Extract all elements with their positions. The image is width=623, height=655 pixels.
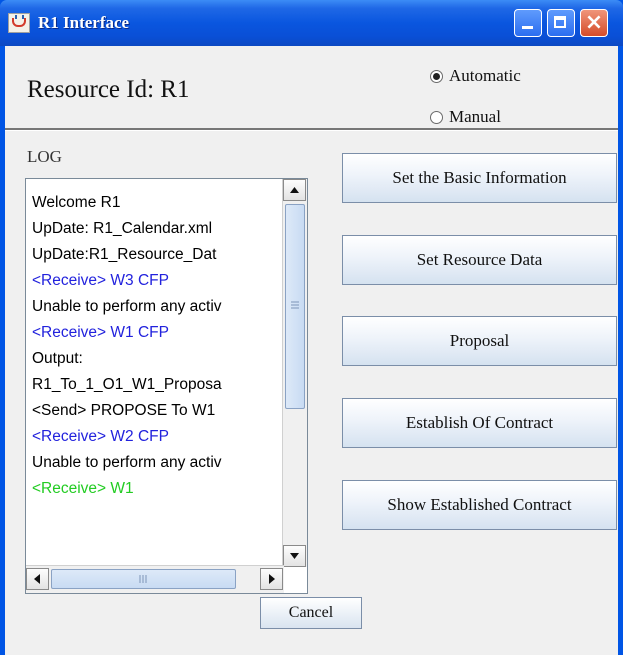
scroll-right-button[interactable] bbox=[260, 568, 283, 590]
log-text-area[interactable]: Welcome R1 UpDate: R1_Calendar.xml UpDate:… bbox=[25, 178, 308, 594]
log-line: <Send> PROPOSE To W1 bbox=[32, 402, 216, 419]
manual-radio[interactable]: Manual bbox=[430, 107, 501, 127]
down-arrow-icon bbox=[290, 553, 299, 559]
set-basic-information-button[interactable]: Set the Basic Information bbox=[342, 153, 617, 203]
maximize-button[interactable] bbox=[547, 9, 575, 37]
minimize-button[interactable] bbox=[514, 9, 542, 37]
close-button[interactable]: × bbox=[580, 9, 608, 37]
scroll-down-button[interactable] bbox=[283, 545, 306, 567]
horizontal-scroll-thumb[interactable] bbox=[51, 569, 236, 589]
resource-id-label: Resource Id: R1 bbox=[27, 76, 190, 103]
dialog-body: Resource Id: R1 Automatic Manual LOG Wel… bbox=[5, 46, 618, 655]
grip-icon bbox=[139, 575, 147, 583]
right-arrow-icon bbox=[269, 574, 275, 584]
close-icon: × bbox=[584, 10, 604, 35]
vertical-scroll-thumb[interactable] bbox=[285, 204, 305, 409]
title-bar[interactable]: R1 Interface × bbox=[0, 0, 623, 46]
automatic-radio-label: Automatic bbox=[449, 66, 521, 85]
proposal-button[interactable]: Proposal bbox=[342, 316, 617, 366]
log-line: <Receive> W3 CFP bbox=[32, 272, 169, 289]
log-line: <Receive> W1 bbox=[32, 480, 134, 497]
up-arrow-icon bbox=[290, 187, 299, 193]
log-line: <Receive> W2 CFP bbox=[32, 428, 169, 445]
set-resource-data-button[interactable]: Set Resource Data bbox=[342, 235, 617, 285]
app-window: R1 Interface × Resource Id: R1 Automatic… bbox=[0, 0, 623, 655]
scroll-left-button[interactable] bbox=[26, 568, 49, 590]
log-line: UpDate: R1_Calendar.xml bbox=[32, 220, 213, 237]
scroll-up-button[interactable] bbox=[283, 179, 306, 201]
cancel-button[interactable]: Cancel bbox=[260, 597, 362, 629]
grip-icon bbox=[291, 301, 299, 309]
log-line: Unable to perform any activ bbox=[32, 298, 222, 315]
vertical-scrollbar[interactable] bbox=[282, 179, 307, 567]
window-title: R1 Interface bbox=[38, 13, 130, 32]
log-label: LOG bbox=[27, 147, 62, 166]
automatic-radio[interactable]: Automatic bbox=[430, 66, 521, 86]
establish-contract-button[interactable]: Establish Of Contract bbox=[342, 398, 617, 448]
horizontal-scrollbar[interactable] bbox=[26, 565, 284, 593]
log-line: Output: bbox=[32, 350, 83, 367]
log-lines: Welcome R1 UpDate: R1_Calendar.xml UpDate:… bbox=[32, 190, 282, 502]
manual-radio-label: Manual bbox=[449, 107, 501, 126]
log-line: Unable to perform any activ bbox=[32, 454, 222, 471]
log-line: R1_To_1_O1_W1_Proposa bbox=[32, 376, 222, 393]
log-line: <Receive> W1 CFP bbox=[32, 324, 169, 341]
java-cup-icon[interactable] bbox=[8, 13, 30, 33]
log-line: UpDate:R1_Resource_Dat bbox=[32, 246, 217, 263]
manual-radio-circle[interactable] bbox=[430, 110, 443, 124]
left-arrow-icon bbox=[34, 574, 40, 584]
log-line: Welcome R1 bbox=[32, 194, 121, 211]
header-separator bbox=[5, 128, 618, 131]
automatic-radio-circle[interactable] bbox=[430, 69, 443, 83]
show-established-contract-button[interactable]: Show Established Contract bbox=[342, 480, 617, 530]
